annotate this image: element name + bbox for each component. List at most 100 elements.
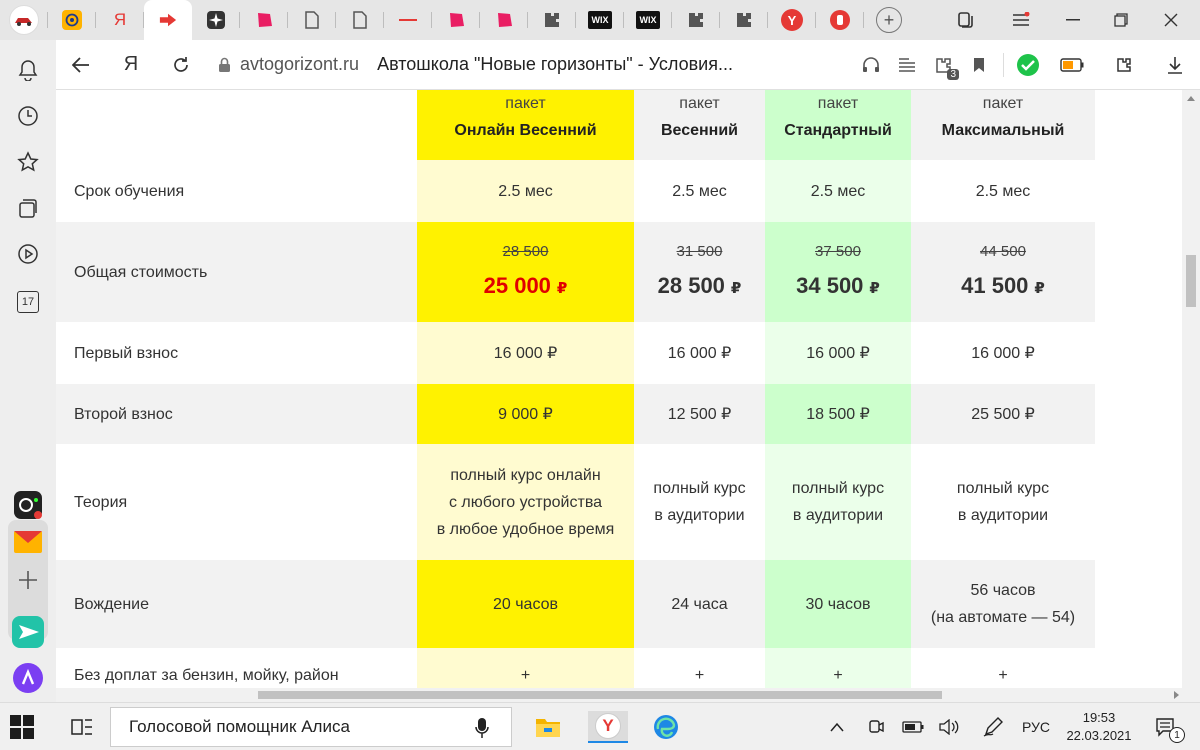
menu-icon[interactable] [998, 0, 1044, 40]
protect-check-icon[interactable] [1010, 40, 1046, 90]
browser-tab[interactable] [432, 0, 480, 40]
reader-mode-icon[interactable] [889, 40, 925, 90]
battery-icon[interactable] [1046, 40, 1098, 90]
browser-tab[interactable] [144, 0, 192, 40]
taskbar-clock[interactable]: 19:53 22.03.2021 [1062, 709, 1136, 745]
yandex-browser-taskbar-icon[interactable]: Y [588, 711, 628, 743]
add-sidebar-app-icon[interactable] [16, 568, 40, 592]
taskbar-search-box[interactable]: Голосовой помощник Алиса [110, 707, 512, 747]
browser-tab[interactable] [816, 0, 864, 40]
star-icon[interactable] [16, 150, 40, 174]
vertical-scrollbar[interactable] [1182, 90, 1200, 688]
vertical-scroll-thumb[interactable] [1186, 255, 1196, 307]
reload-button[interactable] [156, 40, 206, 90]
cell-value: 18 500 ₽ [806, 405, 870, 423]
new-tab-button[interactable]: + [876, 7, 902, 33]
volume-icon[interactable] [936, 703, 962, 750]
cell-line: в любое удобное время [436, 520, 615, 538]
scroll-up-arrow[interactable] [1187, 96, 1195, 101]
play-circle-icon[interactable] [16, 242, 40, 266]
alice-camera-icon[interactable] [13, 490, 43, 520]
browser-tab[interactable]: WIX [576, 0, 624, 40]
edge-icon[interactable] [646, 711, 686, 743]
lock-icon[interactable] [214, 55, 234, 75]
row-label: Без доплат за бензин, мойку, район [56, 648, 417, 688]
star-favicon [207, 11, 225, 29]
headphones-icon[interactable] [853, 40, 889, 90]
close-icon[interactable] [1148, 0, 1194, 40]
browser-tab[interactable] [336, 0, 384, 40]
notification-count: 1 [1169, 727, 1185, 743]
horizontal-scrollbar[interactable] [56, 688, 1200, 702]
pricing-cell: + [417, 648, 634, 688]
language-indicator[interactable]: РУС [1016, 703, 1056, 750]
pricing-cell: 2.5 мес [765, 160, 911, 222]
browser-tab[interactable]: WIX [624, 0, 672, 40]
horizontal-scroll-thumb[interactable] [258, 691, 942, 699]
browser-tab[interactable] [528, 0, 576, 40]
minimize-icon[interactable] [1050, 0, 1096, 40]
page-title[interactable]: Автошкола "Новые горизонты" - Условия... [377, 54, 733, 75]
browser-tab[interactable] [672, 0, 720, 40]
browser-tab[interactable] [240, 0, 288, 40]
cell-line: полный курс [791, 480, 885, 497]
bookmark-icon[interactable] [961, 40, 997, 90]
cell-line: 30 часов [805, 595, 871, 613]
browser-tab[interactable] [288, 0, 336, 40]
browser-tab[interactable] [192, 0, 240, 40]
browser-tab[interactable]: Y [768, 0, 816, 40]
browser-tab[interactable] [720, 0, 768, 40]
browser-toolbar: 3 [853, 40, 1200, 90]
task-view-icon[interactable] [62, 711, 102, 743]
browser-sidebar: 17 [0, 40, 56, 702]
back-button[interactable] [56, 40, 106, 90]
cell-value: 2.5 мес [498, 182, 553, 200]
pricing-cell: полный курс онлайн с любого устройства в л… [417, 444, 634, 560]
extensions-badge-icon[interactable]: 3 [925, 40, 961, 90]
history-clock-icon[interactable] [16, 104, 40, 128]
cell-line: 24 часа [671, 595, 728, 613]
battery-tray-icon[interactable] [900, 703, 926, 750]
tabs-overview-icon[interactable] [942, 0, 988, 40]
cell-line: в аудитории [957, 507, 1049, 524]
pricing-cell: 16 000 ₽ [911, 322, 1095, 384]
yandex-home-button[interactable]: Я [106, 40, 156, 90]
file-explorer-icon[interactable] [528, 711, 568, 743]
browser-tab[interactable] [48, 0, 96, 40]
new-price-value: 25 000 [483, 272, 551, 298]
download-icon[interactable] [1150, 40, 1200, 90]
package-name: Максимальный [941, 122, 1065, 139]
yandex-y-icon: Y [595, 713, 621, 739]
restore-icon[interactable] [1098, 0, 1144, 40]
calendar-icon[interactable]: 17 [16, 290, 40, 314]
package-name: Онлайн Весенний [454, 122, 597, 139]
alice-icon[interactable] [12, 662, 44, 694]
mail-icon[interactable] [14, 528, 42, 556]
microphone-icon[interactable] [475, 717, 489, 744]
browser-tab[interactable] [480, 0, 528, 40]
yandex-logo: Я [123, 53, 139, 75]
cell-line: полный курс [653, 480, 746, 497]
new-price: 25 000 ₽ [423, 264, 628, 311]
bell-icon[interactable] [16, 58, 40, 82]
pen-icon[interactable] [980, 703, 1006, 750]
browser-tab[interactable] [384, 0, 432, 40]
meet-now-icon[interactable] [862, 703, 888, 750]
browser-tab[interactable] [0, 0, 48, 40]
browser-tab[interactable]: Я [96, 0, 144, 40]
messenger-icon[interactable] [12, 616, 44, 648]
puzzle-extension-icon[interactable] [1098, 40, 1150, 90]
document-favicon [351, 11, 369, 29]
url-domain[interactable]: avtogorizont.ru [240, 54, 359, 75]
windows-start-icon[interactable] [10, 715, 34, 739]
pricing-cell: 25 500 ₽ [911, 384, 1095, 444]
notification-center-icon[interactable]: 1 [1148, 703, 1185, 750]
collections-icon[interactable] [16, 196, 40, 220]
cell-value: 2.5 мес [975, 182, 1031, 200]
tray-chevron-up-icon[interactable] [826, 703, 848, 750]
cell-value: 9 000 ₽ [498, 405, 553, 423]
pricing-cell: полный курс в аудитории [765, 444, 911, 560]
scroll-right-arrow[interactable] [1174, 691, 1179, 699]
pricing-cell: 16 000 ₽ [417, 322, 634, 384]
cell-value: + [694, 667, 705, 684]
